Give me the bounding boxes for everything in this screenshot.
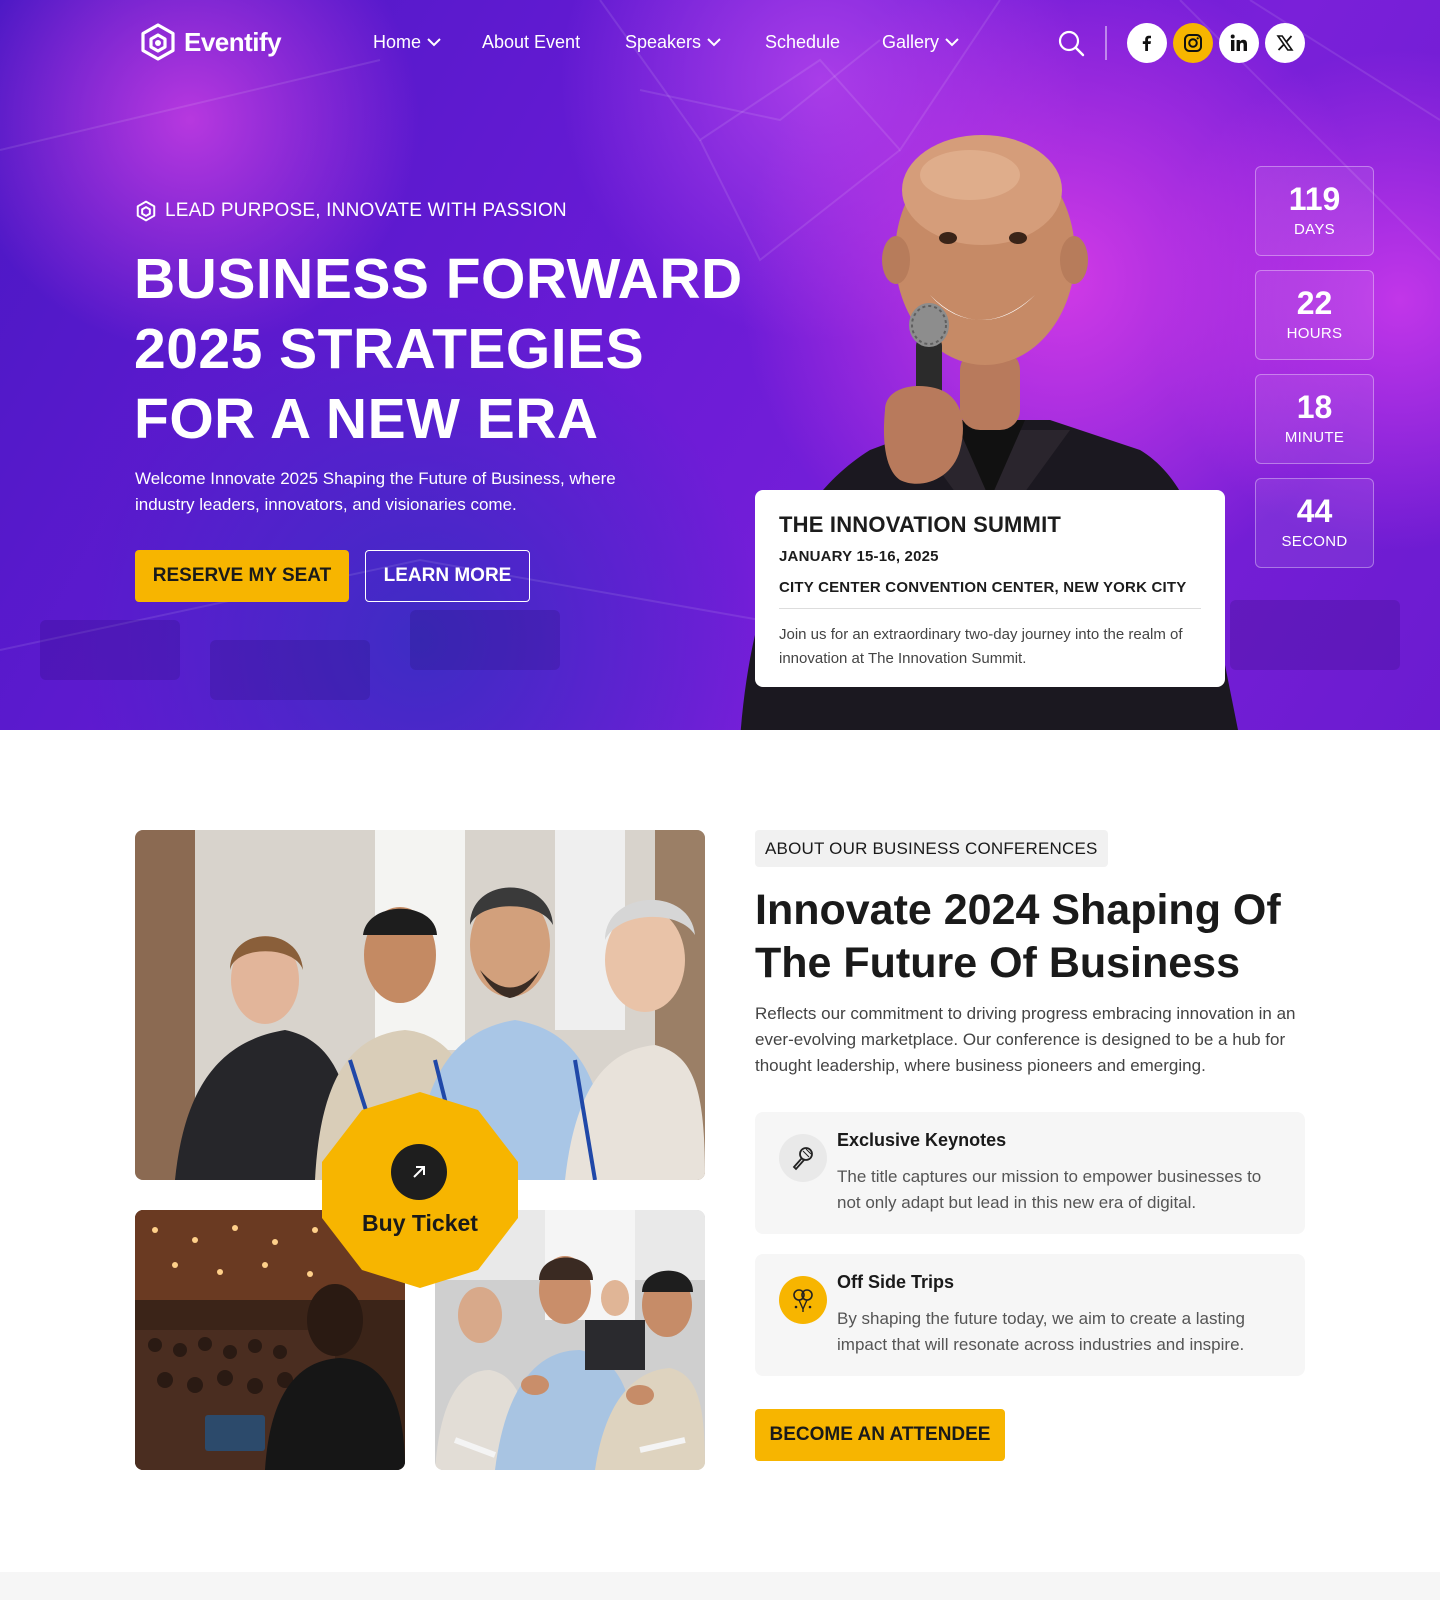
- countdown-unit: SECOND: [1281, 533, 1348, 550]
- countdown-value: 18: [1296, 389, 1333, 425]
- logo-icon: [141, 23, 175, 61]
- hero-title-line: FOR A NEW ERA: [134, 387, 599, 451]
- feature-card-trips: Off Side Trips By shaping the future tod…: [755, 1254, 1305, 1376]
- countdown-value: 119: [1288, 181, 1341, 217]
- chevron-down-icon: [427, 38, 441, 47]
- feature-icon-wrap: [779, 1276, 827, 1324]
- chevron-down-icon: [707, 38, 721, 47]
- feature-description: By shaping the future today, we aim to c…: [837, 1309, 1245, 1354]
- countdown-unit: HOURS: [1286, 325, 1343, 342]
- summit-divider: [779, 608, 1201, 609]
- arrow-up-right-icon: [413, 1166, 425, 1178]
- about-description: Reflects our commitment to driving progr…: [755, 1004, 1296, 1075]
- countdown-value: 44: [1296, 493, 1333, 529]
- microphone-icon: [792, 1147, 813, 1171]
- nav-item-speakers[interactable]: Speakers: [625, 32, 721, 53]
- hero-tagline-text: LEAD PURPOSE, INNOVATE WITH PASSION: [165, 200, 567, 221]
- buy-ticket-label[interactable]: Buy Ticket: [320, 1210, 520, 1237]
- summit-info-card: THE INNOVATION SUMMIT JANUARY 15-16, 202…: [755, 490, 1225, 687]
- reserve-seat-button[interactable]: RESERVE MY SEAT: [135, 550, 349, 602]
- countdown-hours: 22 HOURS: [1255, 270, 1374, 360]
- linkedin-link[interactable]: [1219, 23, 1259, 63]
- feature-card-keynotes: Exclusive Keynotes The title captures ou…: [755, 1112, 1305, 1234]
- about-title: Innovate 2024 Shaping Of The Future Of B…: [755, 884, 1315, 990]
- search-icon[interactable]: [1057, 29, 1085, 57]
- brand-name: Eventify: [184, 26, 282, 57]
- chevron-down-icon: [945, 38, 959, 47]
- site-header: Eventify Home About Event Speakers Sched…: [0, 0, 1440, 86]
- summit-title: THE INNOVATION SUMMIT: [779, 512, 1062, 537]
- countdown-value: 22: [1296, 285, 1333, 321]
- countdown-days: 119 DAYS: [1255, 166, 1374, 256]
- x-link[interactable]: [1265, 23, 1305, 63]
- logo-mark-icon: [136, 200, 156, 222]
- summit-description: Join us for an extraordinary two-day jou…: [779, 626, 1183, 667]
- feature-icon-wrap: [779, 1134, 827, 1182]
- feature-description: The title captures our mission to empowe…: [837, 1167, 1262, 1212]
- nav-item-label: Schedule: [765, 32, 841, 52]
- hero-tagline: LEAD PURPOSE, INNOVATE WITH PASSION: [135, 200, 567, 222]
- hero-section: Eventify Home About Event Speakers Sched…: [0, 0, 1440, 730]
- nav-item-home[interactable]: Home: [373, 32, 441, 53]
- about-tag: ABOUT OUR BUSINESS CONFERENCES: [755, 830, 1108, 867]
- nav-item-gallery[interactable]: Gallery: [882, 32, 959, 53]
- nav-item-about-event[interactable]: About Event: [482, 32, 580, 53]
- hero-title: BUSINESS FORWARD 2025 STRATEGIES FOR A N…: [134, 244, 774, 454]
- learn-more-button[interactable]: LEARN MORE: [365, 550, 530, 602]
- become-attendee-button[interactable]: BECOME AN ATTENDEE: [755, 1409, 1005, 1461]
- buy-ticket-arrow[interactable]: [391, 1144, 447, 1200]
- countdown-minutes: 18 MINUTE: [1255, 374, 1374, 464]
- nav-item-label: About Event: [482, 32, 581, 52]
- brand-logo[interactable]: Eventify: [138, 22, 282, 62]
- nav-item-schedule[interactable]: Schedule: [765, 32, 840, 53]
- facebook-icon: [1142, 35, 1151, 51]
- nav-item-label: Home: [373, 32, 422, 52]
- instagram-link[interactable]: [1173, 23, 1213, 63]
- countdown-unit: MINUTE: [1284, 429, 1345, 446]
- x-icon: [1276, 35, 1294, 51]
- feature-title: Exclusive Keynotes: [837, 1130, 1007, 1150]
- countdown-unit: DAYS: [1294, 221, 1335, 238]
- hero-description: Welcome Innovate 2025 Shaping the Future…: [135, 469, 616, 514]
- nav-item-label: Speakers: [625, 32, 702, 52]
- about-title-line: Innovate 2024 Shaping Of: [755, 886, 1281, 934]
- hero-title-line: 2025 STRATEGIES: [134, 317, 645, 381]
- nav-item-label: Gallery: [882, 32, 940, 52]
- about-title-line: The Future Of Business: [755, 939, 1241, 987]
- feature-title: Off Side Trips: [837, 1272, 955, 1292]
- summit-date: JANUARY 15-16, 2025: [779, 548, 939, 565]
- hero-title-line: BUSINESS FORWARD: [134, 247, 743, 311]
- next-section-strip: [0, 1572, 1440, 1600]
- facebook-link[interactable]: [1127, 23, 1167, 63]
- countdown-seconds: 44 SECOND: [1255, 478, 1374, 568]
- balloons-icon: [793, 1289, 813, 1312]
- instagram-icon: [1184, 34, 1202, 52]
- summit-venue: CITY CENTER CONVENTION CENTER, NEW YORK …: [779, 579, 1187, 596]
- header-divider: [1105, 26, 1107, 60]
- linkedin-icon: [1230, 34, 1247, 51]
